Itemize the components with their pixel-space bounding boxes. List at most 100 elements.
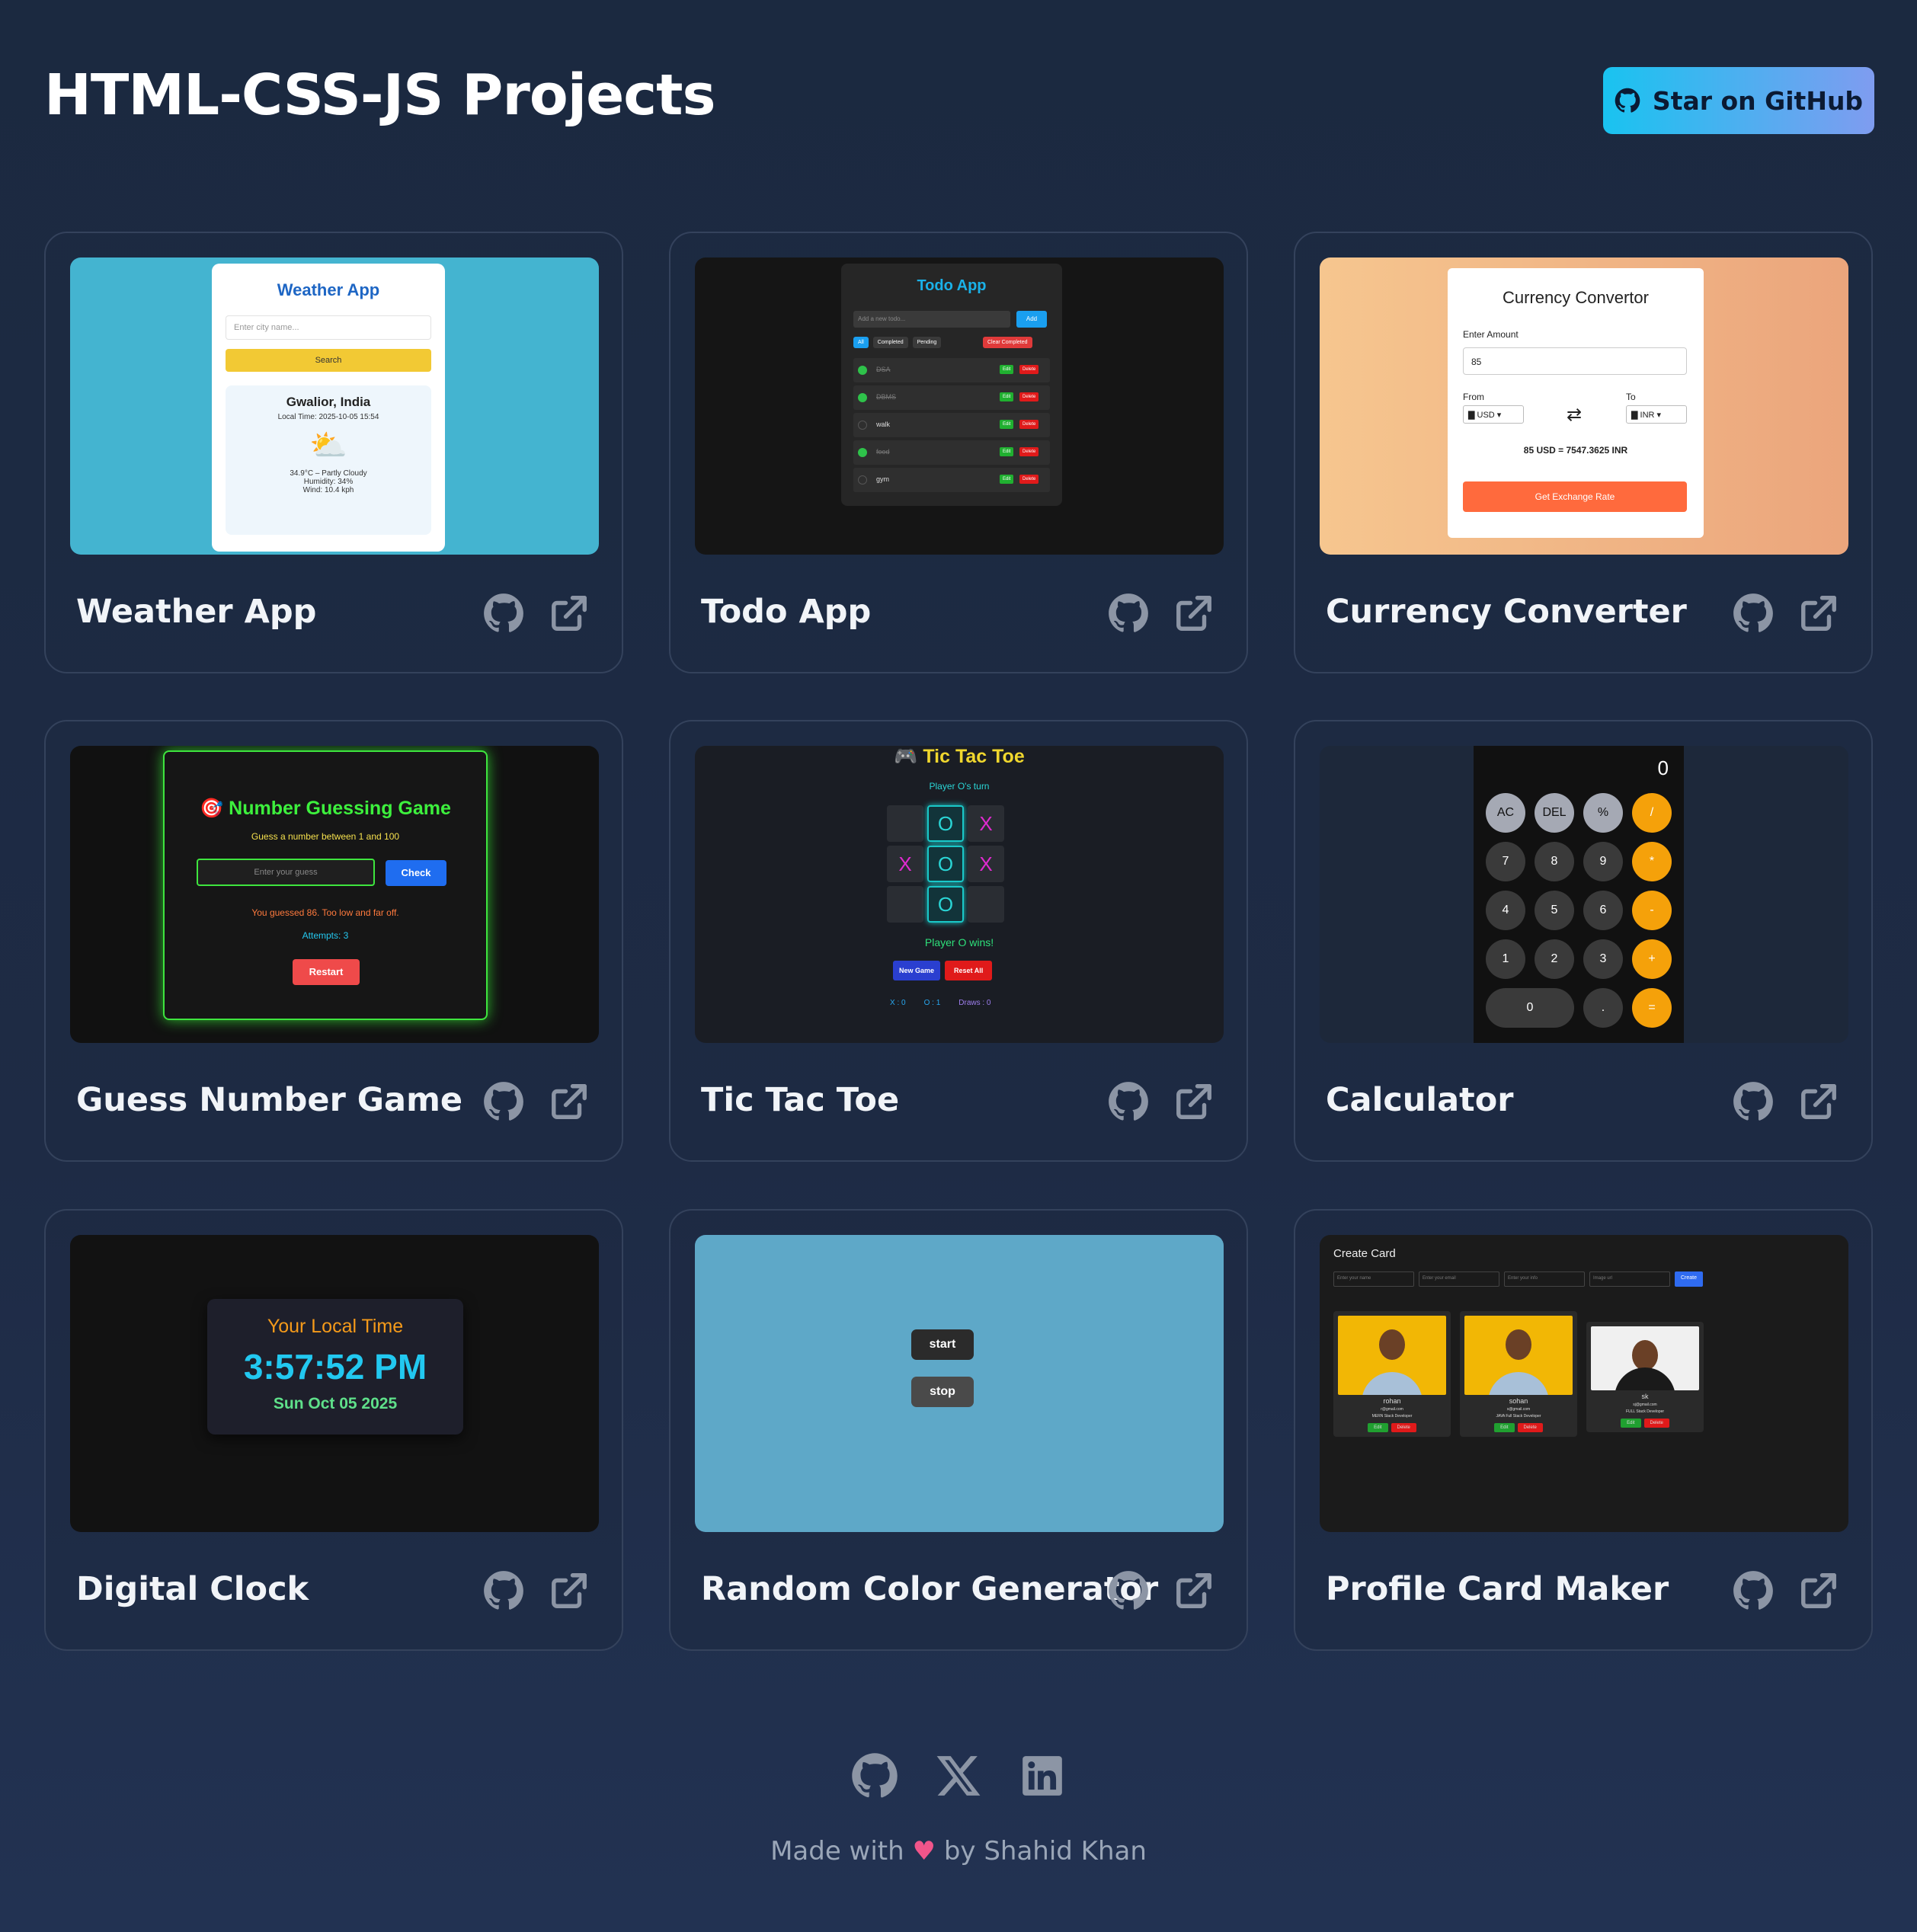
ttt-cell[interactable] xyxy=(887,886,923,923)
calc-key[interactable]: DEL xyxy=(1535,793,1574,833)
todo-checkbox[interactable] xyxy=(858,475,867,485)
delete-button[interactable]: Delete xyxy=(1019,475,1039,484)
calculator-preview[interactable]: 0 AC DEL%/ 7 8 9 * 4 5 6- 1 2 3 +0. = xyxy=(1320,746,1848,1043)
calc-key[interactable]: 3 xyxy=(1583,939,1623,979)
todo-checkbox[interactable] xyxy=(858,448,867,457)
ttt-cell[interactable] xyxy=(968,886,1004,923)
edit-button[interactable]: Edit xyxy=(1000,365,1014,374)
profile-preview[interactable]: Create Card Enter your name Enter your em… xyxy=(1320,1235,1848,1532)
external-link-icon[interactable] xyxy=(1173,1081,1215,1122)
calc-key[interactable]: 0 xyxy=(1486,988,1574,1028)
filter-pending[interactable]: Pending xyxy=(912,337,942,348)
ttt-cell[interactable]: O xyxy=(927,886,964,923)
github-icon[interactable] xyxy=(1108,1570,1149,1611)
ttt-cell[interactable]: X xyxy=(968,805,1004,842)
ttt-cell[interactable]: X xyxy=(968,846,1004,882)
weather-preview[interactable]: Weather App Enter city name... Search Gw… xyxy=(70,257,599,555)
profile-input[interactable]: Enter your name xyxy=(1333,1271,1414,1287)
todo-preview[interactable]: Todo App Add a new todo... Add All Compl… xyxy=(695,257,1224,555)
filter-all[interactable]: All xyxy=(853,337,869,348)
github-icon[interactable] xyxy=(1108,1081,1149,1122)
calc-key[interactable]: + xyxy=(1632,939,1672,979)
todo-checkbox[interactable] xyxy=(858,393,867,402)
x-twitter-icon[interactable] xyxy=(935,1752,982,1799)
external-link-icon[interactable] xyxy=(1798,593,1839,634)
delete-button[interactable]: Delete xyxy=(1019,365,1039,374)
edit-button[interactable]: Edit xyxy=(1000,420,1014,429)
from-select[interactable]: ▇ USD ▾ xyxy=(1463,405,1524,424)
calc-key[interactable]: 7 xyxy=(1486,842,1525,881)
create-button[interactable]: Create xyxy=(1675,1271,1704,1287)
external-link-icon[interactable] xyxy=(549,1081,590,1122)
external-link-icon[interactable] xyxy=(1173,1570,1215,1611)
check-button[interactable]: Check xyxy=(386,860,446,886)
to-select[interactable]: ▇ INR ▾ xyxy=(1626,405,1687,424)
edit-button[interactable]: Edit xyxy=(1621,1419,1641,1428)
calc-key[interactable]: 1 xyxy=(1486,939,1525,979)
edit-button[interactable]: Edit xyxy=(1000,475,1014,484)
github-icon[interactable] xyxy=(483,1570,524,1611)
get-rate-button[interactable]: Get Exchange Rate xyxy=(1463,481,1687,512)
delete-button[interactable]: Delete xyxy=(1643,1419,1669,1428)
calc-key[interactable]: = xyxy=(1632,988,1672,1028)
clock-preview[interactable]: Your Local Time 3:57:52 PM Sun Oct 05 20… xyxy=(70,1235,599,1532)
ttt-cell[interactable]: O xyxy=(927,805,964,842)
calc-key[interactable]: 5 xyxy=(1535,891,1574,930)
calc-key[interactable]: AC xyxy=(1486,793,1525,833)
github-icon[interactable] xyxy=(483,593,524,634)
todo-checkbox[interactable] xyxy=(858,421,867,430)
profile-input[interactable]: Enter your email xyxy=(1419,1271,1499,1287)
color-preview[interactable]: start stop xyxy=(695,1235,1224,1532)
guess-input[interactable]: Enter your guess xyxy=(197,859,375,886)
delete-button[interactable]: Delete xyxy=(1391,1423,1416,1432)
reset-all-button[interactable]: Reset All xyxy=(945,961,993,980)
calc-key[interactable]: 2 xyxy=(1535,939,1574,979)
github-icon[interactable] xyxy=(1108,593,1149,634)
edit-button[interactable]: Edit xyxy=(1494,1423,1515,1432)
star-on-github-button[interactable]: Star on GitHub xyxy=(1603,67,1874,134)
calc-key[interactable]: . xyxy=(1583,988,1623,1028)
profile-input[interactable]: Enter your info xyxy=(1504,1271,1585,1287)
ttt-cell[interactable]: O xyxy=(927,846,964,882)
ttt-cell[interactable] xyxy=(887,805,923,842)
currency-preview[interactable]: Currency Convertor Enter Amount 85 From … xyxy=(1320,257,1848,555)
calc-key[interactable]: % xyxy=(1583,793,1623,833)
edit-button[interactable]: Edit xyxy=(1000,392,1014,401)
github-icon[interactable] xyxy=(483,1081,524,1122)
tictactoe-preview[interactable]: 🎮 Tic Tac Toe Player O's turn OXXOXO Pla… xyxy=(695,746,1224,1043)
external-link-icon[interactable] xyxy=(1798,1081,1839,1122)
new-game-button[interactable]: New Game xyxy=(893,961,941,980)
calc-key[interactable]: 8 xyxy=(1535,842,1574,881)
github-icon[interactable] xyxy=(1733,593,1774,634)
external-link-icon[interactable] xyxy=(549,593,590,634)
calc-key[interactable]: 6 xyxy=(1583,891,1623,930)
github-icon[interactable] xyxy=(851,1752,898,1799)
linkedin-icon[interactable] xyxy=(1019,1752,1066,1799)
external-link-icon[interactable] xyxy=(1173,593,1215,634)
start-button[interactable]: start xyxy=(911,1329,974,1360)
calc-key[interactable]: 4 xyxy=(1486,891,1525,930)
filter-completed[interactable]: Completed xyxy=(872,337,908,348)
github-icon[interactable] xyxy=(1733,1570,1774,1611)
calc-key[interactable]: * xyxy=(1632,842,1672,881)
guess-preview[interactable]: 🎯 Number Guessing Game Guess a number be… xyxy=(70,746,599,1043)
stop-button[interactable]: stop xyxy=(911,1377,974,1407)
delete-button[interactable]: Delete xyxy=(1517,1423,1543,1432)
edit-button[interactable]: Edit xyxy=(1368,1423,1388,1432)
delete-button[interactable]: Delete xyxy=(1019,392,1039,401)
todo-checkbox[interactable] xyxy=(858,366,867,375)
profile-input[interactable]: Image url xyxy=(1589,1271,1670,1287)
external-link-icon[interactable] xyxy=(549,1570,590,1611)
external-link-icon[interactable] xyxy=(1798,1570,1839,1611)
restart-button[interactable]: Restart xyxy=(293,959,360,985)
edit-button[interactable]: Edit xyxy=(1000,447,1014,456)
delete-button[interactable]: Delete xyxy=(1019,420,1039,429)
todo-input[interactable]: Add a new todo... xyxy=(853,311,1010,328)
github-icon[interactable] xyxy=(1733,1081,1774,1122)
amount-input[interactable]: 85 xyxy=(1463,347,1687,375)
ttt-cell[interactable]: X xyxy=(887,846,923,882)
delete-button[interactable]: Delete xyxy=(1019,447,1039,456)
calc-key[interactable]: 9 xyxy=(1583,842,1623,881)
add-button[interactable]: Add xyxy=(1016,311,1047,328)
swap-icon[interactable]: ⇄ xyxy=(1567,404,1582,426)
